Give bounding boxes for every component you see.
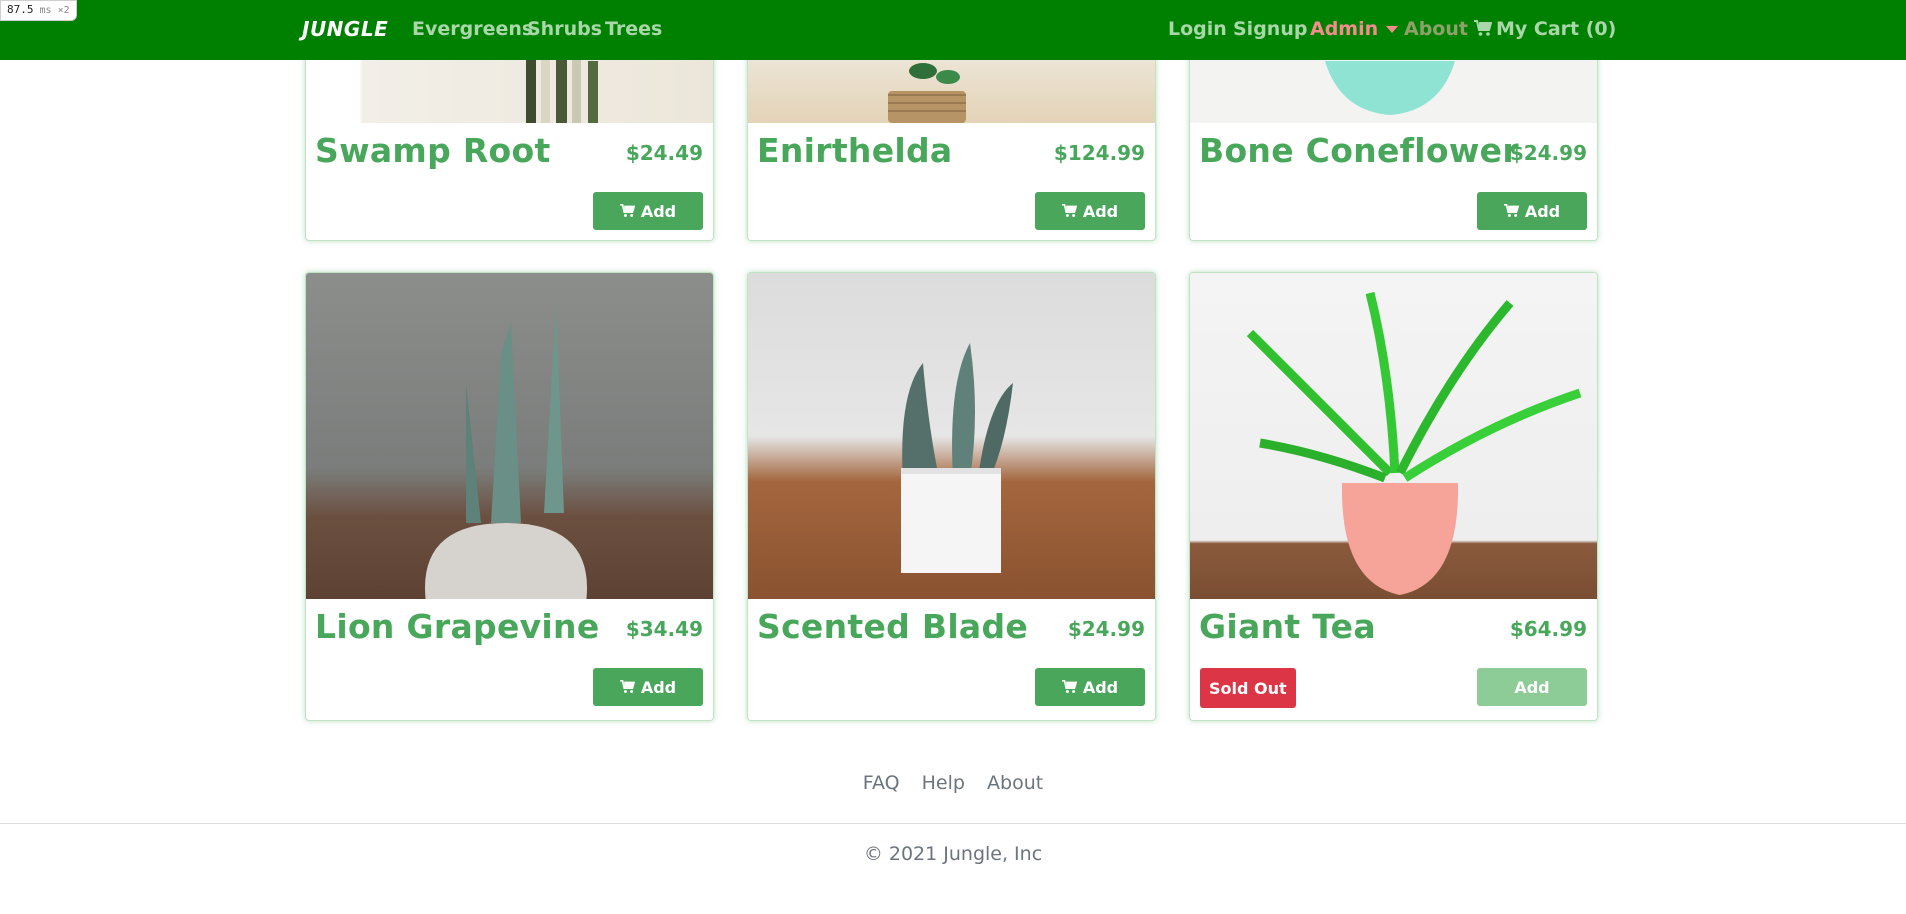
product-image[interactable]: [1190, 273, 1597, 599]
product-name[interactable]: Enirthelda: [757, 131, 952, 170]
add-to-cart-button-disabled: Add: [1477, 668, 1587, 706]
footer-links: FAQ Help About: [0, 772, 1906, 794]
perf-badge: 87.5 ms ×2: [0, 0, 77, 21]
nav-admin-dropdown[interactable]: Admin: [1310, 18, 1399, 40]
nav-cart[interactable]: My Cart (0): [1474, 18, 1616, 40]
nav-cart-label: My Cart (0): [1496, 18, 1617, 40]
product-name[interactable]: Swamp Root: [315, 131, 551, 170]
product-image[interactable]: [748, 273, 1155, 599]
footer-divider: [0, 823, 1906, 824]
footer-link-about[interactable]: About: [987, 772, 1043, 794]
cart-icon: [1474, 20, 1492, 36]
product-name[interactable]: Scented Blade: [757, 607, 1028, 646]
cart-icon: [1061, 204, 1077, 218]
cart-icon: [619, 204, 635, 218]
nav-about[interactable]: About: [1404, 18, 1468, 40]
product-card: Swamp Root $24.49 Add: [305, 40, 714, 241]
add-label: Add: [1524, 201, 1561, 221]
nav-admin-label: Admin: [1310, 18, 1379, 40]
add-label: Add: [640, 677, 677, 697]
product-price: $124.99: [1053, 141, 1145, 165]
product-card: Bone Coneflower $24.99 Add: [1189, 40, 1598, 241]
product-card: Giant Tea $64.99 Sold Out Add: [1189, 272, 1598, 721]
nav-signup[interactable]: Signup: [1233, 18, 1307, 40]
product-card: Enirthelda $124.99 Add: [747, 40, 1156, 241]
product-name[interactable]: Giant Tea: [1199, 607, 1376, 646]
product-price: $24.99: [1067, 617, 1145, 641]
cart-icon: [1503, 204, 1519, 218]
add-label: Add: [1082, 677, 1119, 697]
footer-link-faq[interactable]: FAQ: [863, 772, 900, 794]
product-image[interactable]: [306, 273, 713, 599]
product-card: Lion Grapevine $34.49 Add: [305, 272, 714, 721]
nav-trees[interactable]: Trees: [605, 18, 662, 40]
add-label: Add: [1514, 677, 1550, 697]
product-price: $64.99: [1509, 617, 1587, 641]
add-to-cart-button[interactable]: Add: [1035, 192, 1145, 230]
perf-value: 87.5: [7, 3, 34, 16]
add-label: Add: [640, 201, 677, 221]
perf-unit: ms: [39, 5, 52, 16]
product-name[interactable]: Lion Grapevine: [315, 607, 600, 646]
product-card: Scented Blade $24.99 Add: [747, 272, 1156, 721]
add-label: Add: [1082, 201, 1119, 221]
cart-icon: [619, 680, 635, 694]
add-to-cart-button[interactable]: Add: [593, 668, 703, 706]
copyright-text: © 2021 Jungle, Inc: [863, 843, 1043, 865]
nav-login[interactable]: Login: [1168, 18, 1227, 40]
nav-shrubs[interactable]: Shrubs: [527, 18, 602, 40]
nav-evergreens[interactable]: Evergreens: [412, 18, 533, 40]
product-price: $24.49: [625, 141, 703, 165]
perf-multiplier: ×2: [57, 5, 70, 16]
product-name[interactable]: Bone Coneflower: [1199, 131, 1519, 170]
add-to-cart-button[interactable]: Add: [1035, 668, 1145, 706]
brand-logo[interactable]: JUNGLE: [302, 17, 388, 41]
navbar: JUNGLE Evergreens Shrubs Trees Login Sig…: [0, 0, 1906, 60]
add-to-cart-button[interactable]: Add: [593, 192, 703, 230]
add-to-cart-button[interactable]: Add: [1477, 192, 1587, 230]
product-price: $24.99: [1509, 141, 1587, 165]
product-price: $34.49: [625, 617, 703, 641]
sold-out-badge: Sold Out: [1200, 668, 1296, 708]
footer-link-help[interactable]: Help: [922, 772, 965, 794]
caret-down-icon: [1386, 26, 1399, 33]
cart-icon: [1061, 680, 1077, 694]
